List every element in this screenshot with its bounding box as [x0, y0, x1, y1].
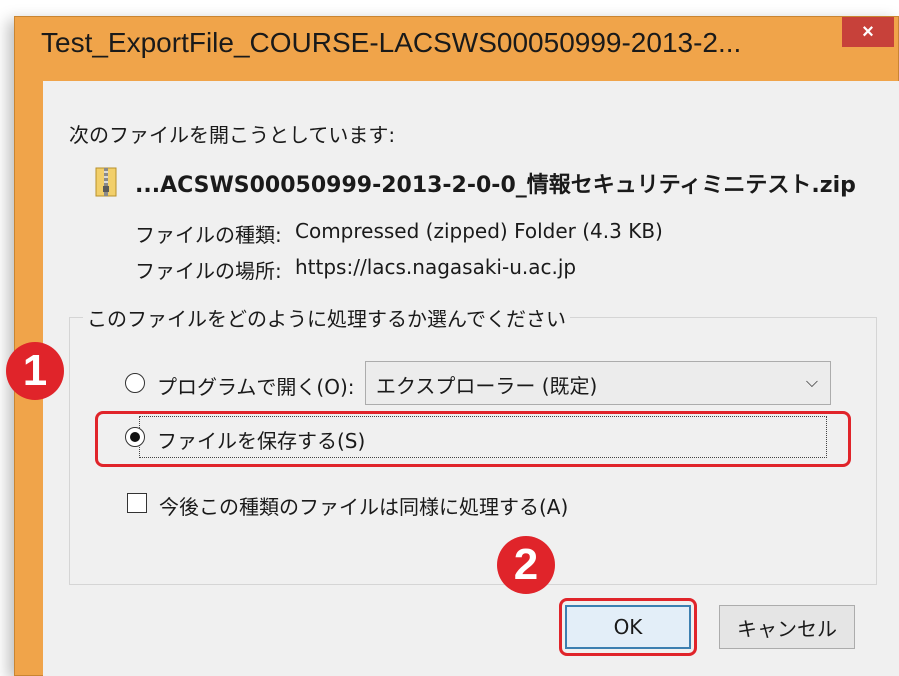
- step1-highlight-box: [95, 411, 851, 467]
- file-location-value: https://lacs.nagasaki-u.ac.jp: [295, 255, 577, 279]
- remember-label[interactable]: 今後この種類のファイルは同様に処理する(A): [159, 491, 568, 520]
- file-location-label: ファイルの場所:: [135, 259, 282, 283]
- open-with-radio[interactable]: [125, 373, 145, 393]
- close-icon: ×: [862, 20, 874, 43]
- file-type-value: Compressed (zipped) Folder (4.3 KB): [295, 219, 663, 243]
- remember-checkbox[interactable]: [127, 493, 147, 513]
- program-select[interactable]: エクスプローラー (既定) ⌵: [365, 361, 831, 405]
- open-with-label[interactable]: プログラムで開く(O):: [157, 371, 355, 400]
- action-group-label: このファイルをどのように処理するか選んでください: [83, 303, 570, 332]
- file-name: ...ACSWS00050999-2013-2-0-0_情報セキュリティミニテス…: [135, 173, 856, 198]
- title-bar[interactable]: Test_ExportFile_COURSE-LACSWS00050999-20…: [15, 17, 898, 77]
- step2-badge: 2: [497, 536, 555, 594]
- prompt-text: 次のファイルを開こうとしています:: [69, 123, 396, 147]
- download-dialog: Test_ExportFile_COURSE-LACSWS00050999-20…: [14, 16, 899, 676]
- cancel-button[interactable]: キャンセル: [719, 605, 855, 649]
- step2-highlight-box: [559, 598, 697, 656]
- chevron-down-icon: ⌵: [805, 372, 818, 391]
- dialog-body: 次のファイルを開こうとしています: ...ACSWS00050999-2013-…: [43, 81, 899, 676]
- step1-badge: 1: [6, 342, 64, 400]
- zip-folder-icon: [95, 167, 117, 197]
- file-type-label: ファイルの種類:: [135, 223, 282, 247]
- close-button[interactable]: ×: [842, 17, 894, 47]
- dialog-title: Test_ExportFile_COURSE-LACSWS00050999-20…: [41, 27, 742, 58]
- program-select-value: エクスプローラー (既定): [376, 374, 598, 398]
